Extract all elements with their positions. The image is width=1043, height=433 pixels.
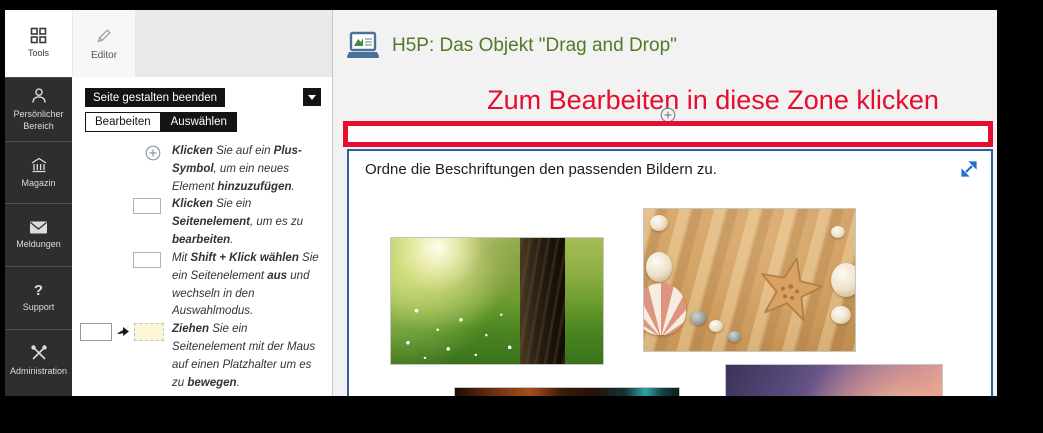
- shell-decoration: [709, 320, 723, 332]
- shell-decoration: [831, 226, 845, 238]
- help-text: Mit Shift + Klick wählen Sie ein Seitene…: [172, 250, 320, 321]
- fullscreen-expand-icon[interactable]: [959, 159, 979, 179]
- shell-decoration: [831, 263, 856, 297]
- drag-arrow-icon: [116, 326, 130, 338]
- finish-page-design-button[interactable]: Seite gestalten beenden: [85, 88, 225, 107]
- flowers-decoration: [391, 288, 603, 364]
- help-text: Ziehen Sie ein Seitenelement mit der Mau…: [172, 321, 320, 392]
- help-text: Klicken Sie ein Seitenelement, um es zu …: [172, 196, 320, 249]
- shell-decoration: [643, 283, 686, 335]
- sidebar-item-label: Magazin: [19, 178, 57, 189]
- ilias-window: Tools Persönlicher Bereich Magazin Meldu…: [5, 10, 997, 396]
- tab-editor[interactable]: Editor: [73, 10, 135, 77]
- task-instruction: Ordne die Beschriftungen den passenden B…: [365, 161, 717, 178]
- main-content: H5P: Das Objekt "Drag and Drop" Zum Bear…: [333, 10, 997, 396]
- sidebar-item-support[interactable]: ? Support: [5, 266, 72, 329]
- pencil-icon: [95, 27, 113, 45]
- sidebar: Tools Persönlicher Bereich Magazin Meldu…: [5, 10, 72, 396]
- h5p-preview-area: Ordne die Beschriftungen den passenden B…: [347, 149, 993, 396]
- laptop-presentation-icon: [346, 31, 380, 60]
- help-text: Klicken Sie auf ein Plus-Symbol, um ein …: [172, 143, 320, 196]
- sunset-image: [725, 364, 943, 396]
- sidebar-item-magazin[interactable]: Magazin: [5, 141, 72, 203]
- sidebar-item-personal-area[interactable]: Persönlicher Bereich: [5, 77, 72, 141]
- sidebar-item-administration[interactable]: Administration: [5, 329, 72, 392]
- sidebar-item-label: Persönlicher Bereich: [5, 109, 72, 132]
- sidebar-item-meldungen[interactable]: Meldungen: [5, 203, 72, 266]
- pebble-decoration: [690, 311, 706, 325]
- placeholder-box-icon: [134, 323, 164, 341]
- editor-help-list: Klicken Sie auf ein Plus-Symbol, um ein …: [72, 143, 333, 392]
- help-row-select: Mit Shift + Klick wählen Sie ein Seitene…: [72, 250, 333, 321]
- sidebar-item-label: Support: [21, 302, 57, 313]
- sidebar-item-label: Administration: [8, 366, 69, 377]
- sidebar-item-label: Tools: [26, 48, 51, 59]
- building-icon: [30, 156, 48, 174]
- shell-decoration: [646, 252, 672, 282]
- question-icon: ?: [34, 283, 43, 298]
- tab-auswaehlen[interactable]: Auswählen: [161, 112, 237, 132]
- h5p-header: H5P: Das Objekt "Drag and Drop": [346, 31, 677, 60]
- help-row-add: Klicken Sie auf ein Plus-Symbol, um ein …: [72, 143, 333, 196]
- meadow-image: [390, 237, 604, 365]
- sidebar-item-label: Meldungen: [14, 239, 63, 250]
- panel-header: Editor: [72, 10, 332, 77]
- page-element-box-icon: [133, 252, 161, 268]
- shell-decoration: [650, 215, 668, 231]
- annotation-text: Zum Bearbeiten in diese Zone klicken: [433, 85, 993, 116]
- seashells-image: [643, 208, 856, 352]
- envelope-icon: [29, 220, 48, 235]
- starfish-decoration: [747, 248, 832, 333]
- dropdown-caret-button[interactable]: [303, 88, 321, 106]
- page-element-box-icon: [133, 198, 161, 214]
- page-title: H5P: Das Objekt "Drag and Drop": [392, 35, 677, 57]
- shell-decoration: [831, 306, 851, 324]
- tab-bearbeiten[interactable]: Bearbeiten: [85, 112, 161, 132]
- h5p-edit-click-zone[interactable]: [343, 121, 993, 147]
- person-icon: [30, 87, 48, 105]
- help-row-edit: Klicken Sie ein Seitenelement, um es zu …: [72, 196, 333, 249]
- page-editor-panel: Editor Seite gestalten beenden Bearbeite…: [72, 10, 333, 396]
- autumn-image: [454, 387, 680, 396]
- sidebar-item-tools[interactable]: Tools: [5, 10, 72, 77]
- crossed-tools-icon: [30, 344, 48, 362]
- pebble-decoration: [728, 331, 741, 342]
- circle-plus-icon: [145, 145, 161, 161]
- page-element-box-icon: [80, 323, 112, 341]
- chevron-down-icon: [308, 95, 316, 100]
- mode-tabs: Bearbeiten Auswählen: [85, 112, 237, 132]
- help-row-move: Ziehen Sie ein Seitenelement mit der Mau…: [72, 321, 333, 392]
- grid-icon: [30, 27, 47, 44]
- tab-editor-label: Editor: [91, 50, 117, 61]
